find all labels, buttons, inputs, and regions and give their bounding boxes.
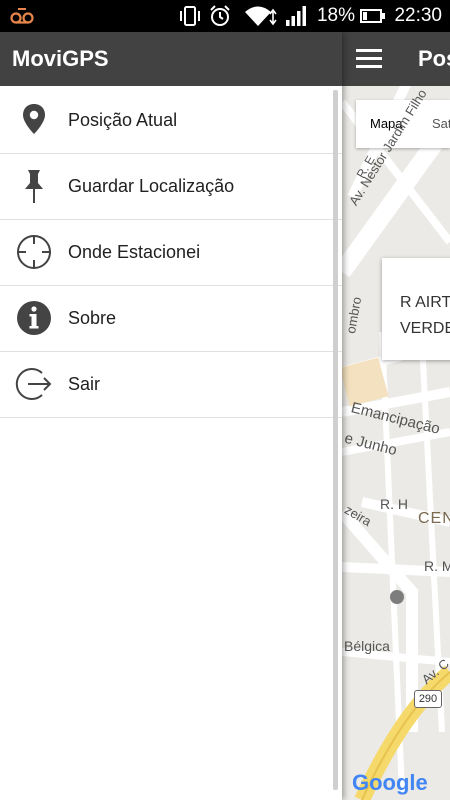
voicemail-icon [10, 0, 34, 32]
status-bar: 18% 22:30 [0, 0, 450, 32]
district-label: CEN [418, 510, 450, 527]
bank-icon [390, 590, 404, 604]
battery-percent: 18% [316, 5, 355, 26]
menu-item-label: Guardar Localização [68, 176, 235, 196]
menu-item-onde-estacionei[interactable]: Onde Estacionei [0, 219, 342, 286]
map-info-window[interactable]: R AIRTO VERDE [382, 258, 450, 360]
info-line-2: VERDE [400, 320, 450, 337]
battery-icon [360, 0, 386, 32]
info-icon [14, 298, 54, 338]
menu-icon[interactable] [354, 44, 384, 74]
menu-item-guardar-localizacao[interactable]: Guardar Localização [0, 153, 342, 220]
signal-icon [285, 0, 309, 32]
street-label: R. M [424, 558, 450, 574]
app-title: MoviGPS [12, 46, 109, 71]
street-label: Bélgica [344, 638, 390, 654]
menu-item-sobre[interactable]: Sobre [0, 285, 342, 352]
google-logo: Google [352, 770, 428, 795]
menu-item-sair[interactable]: Sair [0, 351, 342, 418]
drawer-scrollbar[interactable] [333, 90, 338, 790]
street-label: R. H [380, 496, 408, 512]
menu-item-posicao-atual[interactable]: Posição Atual [0, 87, 342, 154]
crosshair-icon [14, 232, 54, 272]
exit-icon [14, 364, 54, 404]
menu-item-label: Sobre [68, 308, 117, 328]
wifi-icon [243, 0, 277, 32]
menu-item-label: Sair [68, 374, 101, 394]
clock: 22:30 [394, 5, 442, 26]
road-badge: 290 [414, 690, 442, 708]
push-pin-icon [14, 166, 54, 206]
menu-item-label: Onde Estacionei [68, 242, 201, 262]
location-pin-icon [14, 100, 54, 140]
alarm-icon [208, 0, 232, 32]
vibrate-icon [178, 0, 202, 32]
drawer-header: MoviGPS [0, 32, 342, 86]
map-page-title: Pos [418, 46, 450, 71]
menu-item-label: Posição Atual [68, 110, 178, 130]
navigation-drawer: MoviGPS Posição Atual Guardar Localizaçã… [0, 32, 342, 800]
tab-satellite[interactable]: Sat [432, 100, 450, 148]
info-line-1: R AIRTO [400, 294, 450, 311]
